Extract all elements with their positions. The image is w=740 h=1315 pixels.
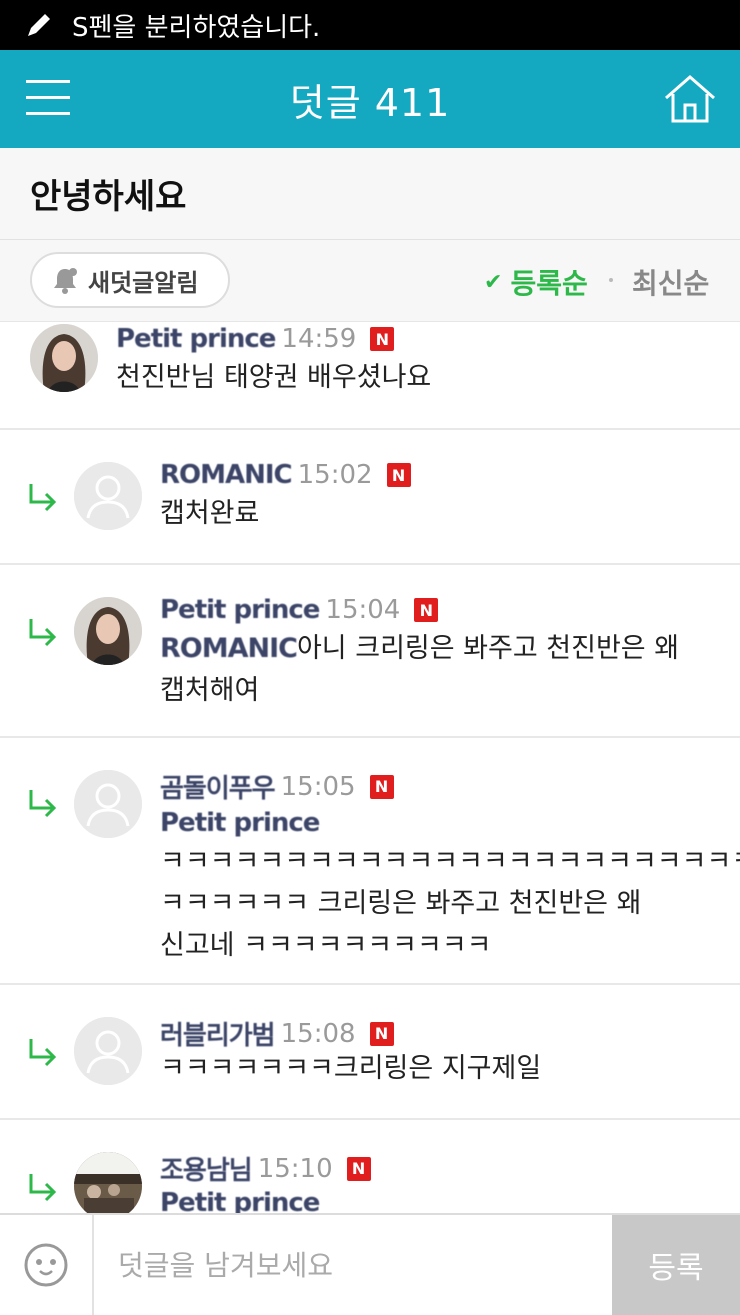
comment-time: 14:59	[281, 324, 357, 354]
avatar[interactable]	[74, 1152, 142, 1213]
comment-list[interactable]: Petit prince 14:59 N 천진반님 태양권 배우셨나요 ROMA…	[0, 322, 740, 1213]
comment-text-line: ㅋㅋㅋㅋㅋㅋ 크리링은 봐주고 천진반은 왜	[160, 888, 642, 919]
page-title: 덧글 411	[289, 80, 451, 125]
comment-meta: 곰돌이푸우 15:05 N	[160, 768, 394, 805]
comment-author[interactable]: 러블리가범	[160, 1015, 276, 1052]
bell-icon	[54, 268, 77, 294]
new-comment-alert-label: 새덧글알림	[88, 268, 199, 297]
pen-icon	[28, 14, 50, 36]
comment-item[interactable]: Petit prince 15:04 N ROMANIC아니 크리링은 봐주고 …	[0, 565, 740, 738]
comment-text-line: 신고네 ㅋㅋㅋㅋㅋㅋㅋㅋㅋㅋ	[160, 930, 492, 961]
status-text: S펜을 분리하였습니다.	[72, 12, 321, 43]
comment-item[interactable]: 러블리가범 15:08 N ㅋㅋㅋㅋㅋㅋㅋ크리링은 지구제일	[0, 985, 740, 1120]
sort-by-latest[interactable]: 최신순	[632, 262, 709, 302]
new-badge: N	[414, 598, 439, 622]
article-title-bar: 안녕하세요	[0, 148, 740, 240]
new-badge: N	[369, 1021, 394, 1046]
comment-author[interactable]: 곰돌이푸우	[160, 768, 276, 805]
status-bar: S펜을 분리하였습니다.	[0, 0, 740, 50]
avatar-default[interactable]	[74, 1017, 142, 1085]
comment-item[interactable]: 조용남님 15:10 N Petit prince	[0, 1120, 740, 1213]
smiley-icon	[24, 1243, 68, 1287]
check-icon: ✔	[484, 269, 503, 295]
comment-text-line: ㅋㅋㅋㅋㅋㅋㅋㅋㅋㅋㅋㅋㅋㅋㅋㅋㅋㅋㅋㅋㅋㅋㅋㅋㅋ	[160, 846, 740, 877]
new-badge: N	[369, 774, 394, 799]
comment-text: 캡처완료	[160, 498, 260, 529]
mention[interactable]: Petit prince	[160, 1188, 320, 1213]
comment-meta: ROMANIC 15:02 N	[160, 460, 411, 490]
comment-meta: 러블리가범 15:08 N	[160, 1015, 394, 1052]
comment-item[interactable]: 곰돌이푸우 15:05 N Petit prince ㅋㅋㅋㅋㅋㅋㅋㅋㅋㅋㅋㅋㅋ…	[0, 738, 740, 985]
comment-time: 15:02	[297, 460, 373, 490]
submit-button[interactable]: 등록	[612, 1215, 740, 1315]
comment-author[interactable]: Petit prince	[160, 595, 320, 625]
reply-arrow-icon	[29, 790, 57, 818]
comment-item[interactable]: ROMANIC 15:02 N 캡처완료	[0, 430, 740, 565]
comment-text: ㅋㅋㅋㅋㅋㅋㅋ크리링은 지구제일	[160, 1053, 542, 1084]
comment-meta: Petit prince 14:59 N	[116, 324, 395, 354]
comment-time: 15:05	[280, 771, 356, 802]
comment-text: ROMANIC아니 크리링은 봐주고 천진반은 왜 캡처해여	[160, 628, 679, 712]
comment-input-bar: 등록	[0, 1213, 740, 1315]
mention[interactable]: Petit prince	[160, 808, 320, 838]
comment-time: 15:04	[325, 595, 401, 625]
avatar[interactable]	[74, 597, 142, 665]
new-badge: N	[370, 327, 395, 351]
new-comment-alert-button[interactable]: 새덧글알림	[30, 252, 230, 308]
comment-item[interactable]: Petit prince 14:59 N 천진반님 태양권 배우셨나요	[0, 322, 740, 430]
comment-text: ㅋㅋㅋㅋㅋㅋㅋㅋㅋㅋㅋㅋㅋㅋㅋㅋㅋㅋㅋㅋㅋㅋㅋㅋㅋ ㅋㅋㅋㅋㅋㅋ 크리링은 봐주…	[160, 841, 740, 967]
comment-text-line: 캡처해여	[160, 675, 260, 706]
sort-bar: 새덧글알림 ✔ 등록순 최신순	[0, 240, 740, 322]
article-title: 안녕하세요	[30, 177, 187, 217]
new-badge: N	[386, 463, 411, 487]
comment-text: 천진반님 태양권 배우셨나요	[116, 362, 432, 393]
emoticon-button[interactable]	[0, 1215, 94, 1315]
comment-input[interactable]	[96, 1215, 612, 1315]
avatar[interactable]	[30, 324, 98, 392]
avatar-default[interactable]	[74, 770, 142, 838]
comment-author[interactable]: 조용남님	[160, 1150, 253, 1187]
reply-arrow-icon	[29, 619, 57, 647]
comment-author[interactable]: Petit prince	[116, 324, 276, 354]
mention[interactable]: ROMANIC	[160, 633, 298, 664]
separator-dot	[609, 278, 613, 282]
new-badge: N	[346, 1156, 371, 1181]
app-header: 덧글 411	[0, 50, 740, 148]
comment-meta: Petit prince 15:04 N	[160, 595, 439, 625]
menu-icon[interactable]	[26, 80, 70, 116]
sort-by-registration-label: 등록순	[510, 267, 588, 300]
comment-time: 15:10	[257, 1153, 333, 1184]
sort-by-registration[interactable]: ✔ 등록순	[484, 262, 588, 302]
reply-arrow-icon	[29, 1174, 57, 1202]
comment-text-line: 아니 크리링은 봐주고 천진반은 왜	[296, 633, 680, 664]
comment-author[interactable]: ROMANIC	[160, 460, 293, 490]
comment-time: 15:08	[280, 1018, 356, 1049]
reply-arrow-icon	[29, 1039, 57, 1067]
avatar-default[interactable]	[74, 462, 142, 530]
reply-arrow-icon	[29, 484, 57, 512]
comment-meta: 조용남님 15:10 N	[160, 1150, 371, 1187]
home-icon[interactable]	[662, 72, 718, 126]
